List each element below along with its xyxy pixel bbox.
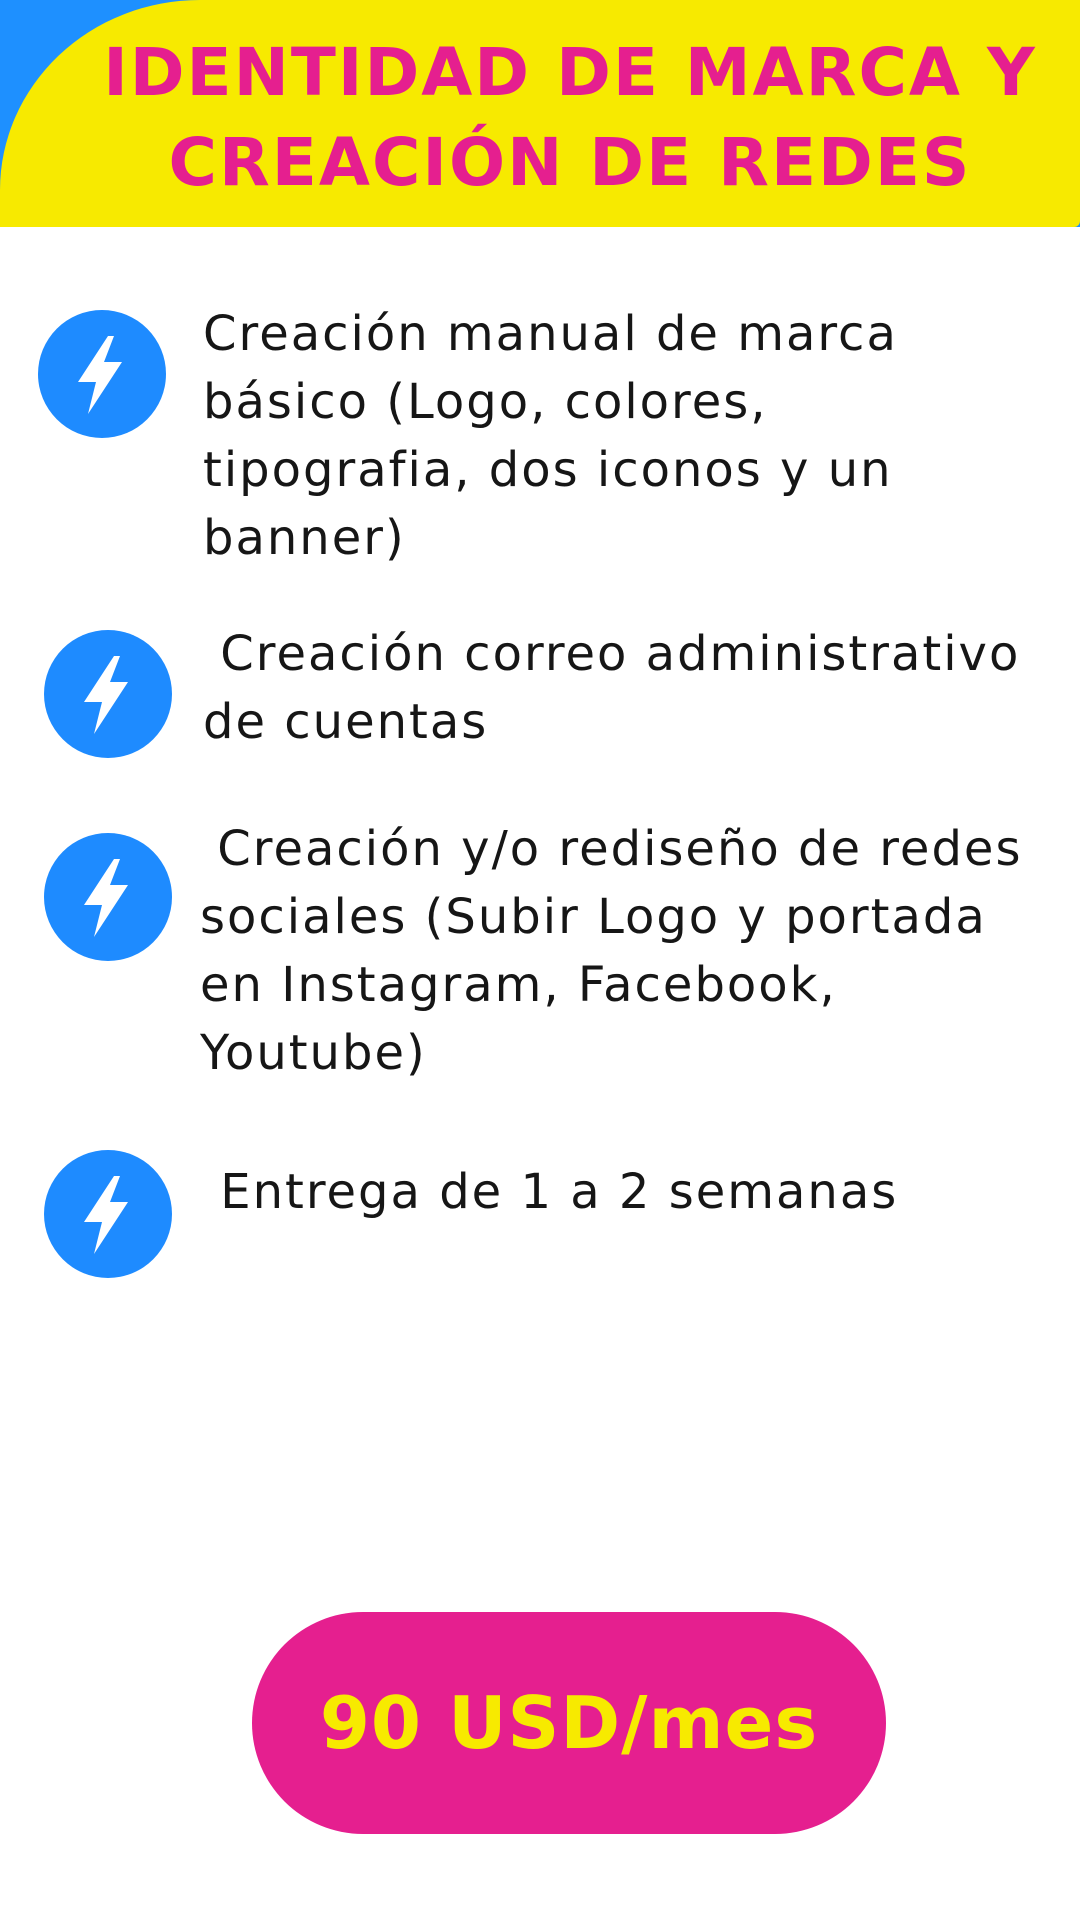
- feature-text: Creación manual de marca básico (Logo, c…: [203, 306, 898, 566]
- feature-text: Entrega de 1 a 2 semanas: [203, 1164, 899, 1220]
- price-badge: 90 USD/mes: [252, 1612, 886, 1834]
- page-title: IDENTIDAD DE MARCA Y CREACIÓN DE REDES: [103, 34, 1037, 201]
- header-banner: IDENTIDAD DE MARCA Y CREACIÓN DE REDES: [0, 0, 1080, 227]
- feature-text: Creación correo administrativo de cuenta…: [203, 626, 1021, 750]
- lightning-bolt-icon: [44, 1150, 172, 1278]
- lightning-bolt-icon: [44, 630, 172, 758]
- lightning-bolt-icon: [38, 310, 166, 438]
- feature-text: Creación y/o rediseño de redes sociales …: [200, 821, 1023, 1081]
- lightning-bolt-icon: [44, 833, 172, 961]
